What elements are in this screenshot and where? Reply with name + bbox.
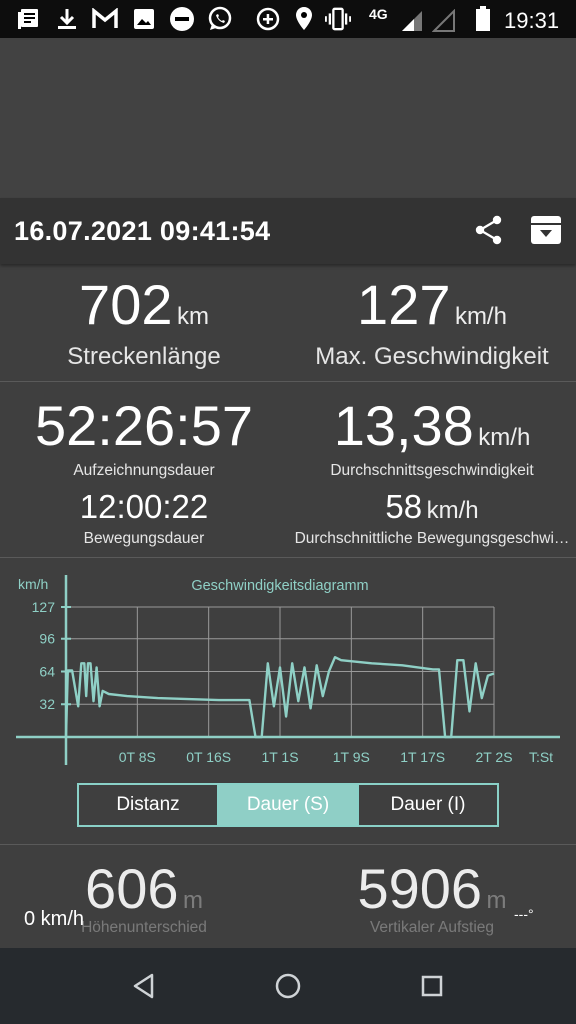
back-icon[interactable] [126, 968, 162, 1004]
track-header: 16.07.2021 09:41:54 [0, 198, 576, 264]
duration-stat: 52:26:57 Aufzeichnungsdauer [0, 393, 288, 480]
moving-time-label: Bewegungsdauer [83, 530, 205, 547]
max-speed-unit: km/h [454, 303, 507, 330]
chart-y-tick-label: 96 [39, 631, 55, 647]
data-saver-icon [255, 7, 281, 31]
chart-y-unit: km/h [18, 576, 48, 592]
vibrate-icon [325, 7, 351, 31]
elevation-diff-unit: m [182, 887, 203, 914]
gmail-icon [92, 7, 118, 31]
avg-moving-speed-label: Durchschnittliche Bewegungsgeschwi… [294, 530, 570, 547]
chart-x-tick-label: 1T 1S [261, 749, 298, 765]
distance-stat: 702 km Streckenlänge [0, 272, 288, 371]
chart-x-tick-label: 0T 8S [119, 749, 156, 765]
clock: 19:31 [504, 8, 560, 33]
avg-speed-stat: 13,38 km/h Durchschnittsgeschwindigkeit [288, 393, 576, 480]
map-area[interactable] [0, 38, 576, 198]
network-type: 4G [369, 6, 388, 22]
navigation-bar [0, 948, 576, 1024]
divider [0, 557, 576, 558]
distance-label: Streckenlänge [67, 343, 221, 370]
x-axis-mode-selector: Distanz Dauer (S) Dauer (I) [77, 783, 499, 827]
duration-value: 52:26:57 [35, 394, 253, 457]
divider [0, 381, 576, 382]
image-icon [131, 7, 157, 31]
avg-speed-unit: km/h [478, 424, 531, 451]
chart-title: Geschwindigkeitsdiagramm [191, 578, 368, 594]
chart-x-tick-label: 2T 2S [475, 749, 512, 765]
signal-empty-icon [431, 9, 457, 33]
track-datetime: 16.07.2021 09:41:54 [14, 216, 271, 246]
chart-y-tick-label: 64 [39, 663, 55, 679]
distance-unit: km [176, 303, 209, 330]
avg-moving-speed-value: 58 [385, 488, 423, 525]
chart-y-ticks: 127 96 64 32 [32, 599, 56, 712]
chart-y-tick-label: 127 [32, 599, 56, 615]
recents-icon[interactable] [414, 968, 450, 1004]
archive-download-icon[interactable] [528, 212, 564, 248]
distance-value: 702 [79, 273, 173, 336]
chart-x-tick-label: 0T 16S [186, 749, 231, 765]
max-speed-stat: 127 km/h Max. Geschwindigkeit [288, 272, 576, 371]
do-not-disturb-icon [169, 7, 195, 31]
download-icon [54, 7, 80, 31]
heading: ---° [514, 906, 534, 922]
current-speed: 0 km/h [24, 908, 85, 930]
whatsapp-icon [207, 6, 233, 31]
battery-icon [470, 6, 496, 31]
chart-x-tick-label: 1T 9S [333, 749, 370, 765]
chart-x-unit: T:St [529, 749, 553, 765]
segment-distanz[interactable]: Distanz [79, 785, 219, 825]
speed-chart[interactable]: km/h Geschwindigkeitsdiagramm 127966432 … [0, 565, 576, 770]
elevation-diff-value: 606 [85, 857, 179, 920]
avg-moving-speed-unit: km/h [426, 497, 479, 524]
chart-x-ticks: 0T 8S 0T 16S 1T 1S 1T 9S 1T 17S 2T 2S T:St [119, 749, 553, 765]
share-icon[interactable] [471, 212, 507, 248]
vertical-ascent-value: 5906 [357, 857, 483, 920]
chart-y-tick-label: 32 [39, 696, 55, 712]
signal-icon [399, 9, 425, 33]
home-icon[interactable] [270, 968, 306, 1004]
location-icon [291, 7, 317, 31]
vertical-ascent-stat: 5906 m Vertikaler Aufstieg [288, 856, 576, 937]
screen: 4G 19:31 16.07.2021 09:41:54 702 km Stre… [0, 0, 576, 1024]
max-speed-value: 127 [357, 273, 451, 336]
segment-dauer-s[interactable]: Dauer (S) [219, 785, 359, 825]
status-bar: 4G 19:31 [0, 0, 576, 38]
segment-dauer-i[interactable]: Dauer (I) [359, 785, 497, 825]
duration-label: Aufzeichnungsdauer [73, 462, 215, 479]
moving-time-value: 12:00:22 [79, 488, 209, 525]
divider [0, 844, 576, 845]
chart-x-tick-label: 1T 17S [400, 749, 445, 765]
vertical-ascent-unit: m [486, 887, 507, 914]
moving-time-stat: 12:00:22 Bewegungsdauer [0, 488, 288, 548]
news-icon [15, 7, 41, 31]
max-speed-label: Max. Geschwindigkeit [315, 343, 549, 370]
avg-speed-label: Durchschnittsgeschwindigkeit [330, 462, 534, 479]
avg-moving-speed-stat: 58 km/h Durchschnittliche Bewegungsgesch… [288, 488, 576, 548]
avg-speed-value: 13,38 [333, 394, 474, 457]
